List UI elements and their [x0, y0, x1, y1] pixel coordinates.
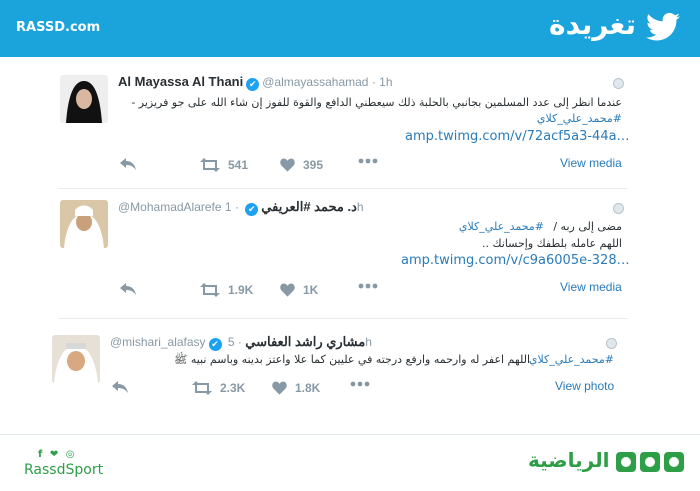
retweet-count: 2.3K: [220, 381, 246, 395]
retweet-icon: [200, 158, 220, 172]
tweet-text: عندما انظر إلى عدد المسلمين بجانبي بالحل…: [131, 96, 622, 109]
avatar[interactable]: [52, 335, 100, 383]
tweet-time[interactable]: · 1h: [372, 75, 393, 89]
more-button[interactable]: [358, 283, 378, 289]
user-handle[interactable]: @mishari_alafasy: [110, 335, 206, 349]
like-button[interactable]: 1K: [280, 283, 318, 297]
like-button[interactable]: 395: [280, 158, 323, 172]
globe-icon: [613, 203, 624, 214]
reply-icon: [120, 158, 136, 170]
more-button[interactable]: [358, 158, 378, 164]
header-bar: RASSD.com تغريدة: [0, 0, 700, 57]
tweet-actions: 541 395: [120, 158, 420, 174]
tweet-header: @mishari_alafasy ✔ مشاري راشد العفاسي · 5…: [110, 334, 372, 351]
avatar[interactable]: [60, 200, 108, 248]
view-photo-link[interactable]: View photo: [555, 379, 614, 393]
heart-icon: [280, 283, 295, 297]
retweet-count: 541: [228, 158, 249, 172]
more-icon: [350, 381, 370, 387]
divider: [58, 318, 628, 319]
display-name[interactable]: Al Mayassa Al Thani: [118, 74, 243, 89]
retweet-button[interactable]: 1.9K: [200, 283, 253, 297]
tweet-text-line2: اللهم عامله بلطفك وإحسانك ..: [482, 237, 622, 250]
retweet-count: 1.9K: [228, 283, 254, 297]
like-count: 1.8K: [295, 381, 321, 395]
logo-mark-icon: [664, 452, 684, 472]
verified-icon: ✔: [208, 338, 222, 351]
retweet-button[interactable]: 2.3K: [192, 381, 245, 395]
retweet-button[interactable]: 541: [200, 158, 248, 172]
verified-icon: ✔: [246, 78, 260, 91]
like-count: 1K: [303, 283, 319, 297]
like-count: 395: [303, 158, 324, 172]
avatar[interactable]: [60, 75, 108, 123]
tweet-header: @MohamadAlarefe د. محمد #العريفي✔ · 1h: [118, 199, 364, 216]
retweet-icon: [192, 381, 212, 395]
media-url-link[interactable]: amp.twimg.com/v/72acf5a3-44a…: [405, 129, 630, 144]
reply-button[interactable]: [112, 381, 128, 393]
globe-icon: [613, 78, 624, 89]
logo-mark-icon: [640, 452, 660, 472]
tweet-text-prefix: مضى إلى ربه /: [553, 220, 622, 233]
view-media-link[interactable]: View media: [560, 156, 622, 170]
footer-brand-en[interactable]: RassdSport: [24, 462, 103, 478]
tweet-actions: 1.9K 1K: [120, 283, 420, 299]
hashtag-link[interactable]: #محمد_علي_كلاي: [537, 112, 622, 125]
logo-mark-icon: [616, 452, 636, 472]
user-handle[interactable]: @almayassahamad: [262, 75, 368, 89]
like-button[interactable]: 1.8K: [272, 381, 320, 395]
media-url-link[interactable]: amp.twimg.com/v/c9a6005e-328…: [401, 253, 630, 268]
tweet-text: مضى إلى ربه /: [553, 220, 622, 233]
hashtag-link[interactable]: #محمد_علي_كلاي: [459, 220, 544, 233]
display-name[interactable]: مشاري راشد العفاسي: [245, 334, 365, 349]
retweet-icon: [200, 283, 220, 297]
user-handle[interactable]: @MohamadAlarefe: [118, 200, 222, 214]
tweet-text: اللهم اعفر له وارحمه وارفع درجته في عليي…: [174, 353, 530, 366]
divider: [58, 188, 628, 189]
footer-divider: [0, 434, 700, 435]
view-media-link[interactable]: View media: [560, 280, 622, 294]
tweet-header: Al Mayassa Al Thani ✔ @almayassahamad · 1h: [118, 74, 393, 91]
reply-icon: [120, 283, 136, 295]
reply-icon: [112, 381, 128, 393]
footer-brand-ar: الرياضية: [528, 448, 610, 472]
globe-icon: [606, 338, 617, 349]
twitter-bird-icon: [646, 12, 680, 41]
verified-icon: ✔: [245, 203, 259, 216]
site-brand[interactable]: RASSD.com: [16, 20, 100, 35]
display-name[interactable]: د. محمد #العريفي: [261, 199, 357, 214]
reply-button[interactable]: [120, 158, 136, 170]
hashtag-link[interactable]: #محمد_علي_كلاي: [529, 353, 614, 366]
reply-button[interactable]: [120, 283, 136, 295]
heart-icon: [280, 158, 295, 172]
heart-icon: [272, 381, 287, 395]
tweet-actions: 2.3K 1.8K: [112, 381, 412, 397]
more-icon: [358, 158, 378, 164]
more-button[interactable]: [350, 381, 370, 387]
page-title: تغريدة: [549, 8, 636, 41]
more-icon: [358, 283, 378, 289]
social-icons[interactable]: f ❤ ◎: [38, 449, 76, 460]
